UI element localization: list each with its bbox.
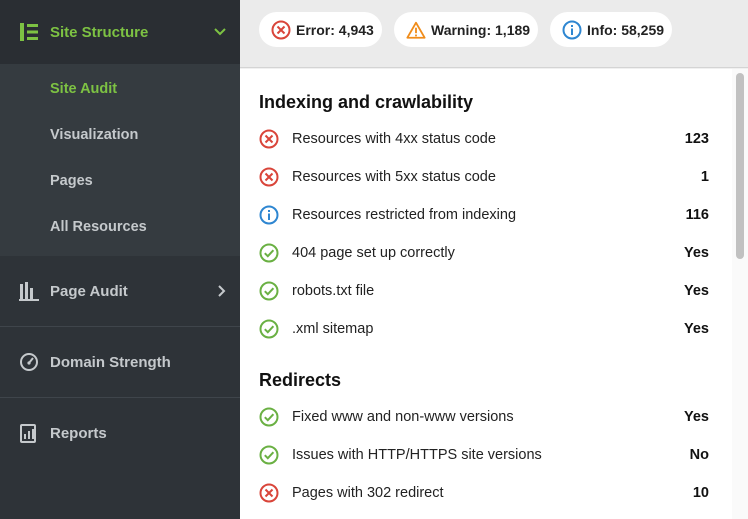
audit-row[interactable]: Fixed www and non-www versions Yes bbox=[259, 398, 709, 436]
audit-row[interactable]: Resources with 5xx status code 1 bbox=[259, 158, 709, 196]
nav-site-structure-label: Site Structure bbox=[50, 23, 149, 41]
group-title-redirects: Redirects bbox=[259, 370, 342, 390]
error-icon bbox=[259, 483, 279, 503]
audit-row[interactable]: Issues with HTTP/HTTPS site versions No bbox=[259, 436, 709, 474]
scrollbar-thumb[interactable] bbox=[736, 73, 744, 259]
chevron-right-icon bbox=[218, 256, 226, 326]
audit-row-value: Yes bbox=[684, 245, 709, 261]
audit-row-label: .xml sitemap bbox=[292, 321, 374, 337]
audit-row[interactable]: .xml sitemap Yes bbox=[259, 310, 709, 348]
error-count-label: Error: 4,943 bbox=[296, 21, 374, 38]
page-audit-icon bbox=[18, 280, 40, 302]
audit-row-label: Fixed www and non-www versions bbox=[292, 409, 514, 425]
subnav-pages[interactable]: Pages bbox=[0, 158, 240, 204]
site-structure-subnav: Site Audit Visualization Pages All Resou… bbox=[0, 64, 240, 256]
warning-count-badge[interactable]: Warning: 1,189 bbox=[394, 12, 539, 47]
audit-row[interactable]: Resources restricted from indexing 116 bbox=[259, 196, 709, 234]
audit-row-label: Resources restricted from indexing bbox=[292, 207, 517, 223]
nav-page-audit-label: Page Audit bbox=[50, 282, 128, 300]
audit-row-value: No bbox=[689, 447, 709, 463]
nav-reports-label: Reports bbox=[50, 424, 107, 442]
audit-row-value: 123 bbox=[684, 131, 709, 147]
info-count-label: Info: 58,259 bbox=[587, 21, 665, 38]
error-icon bbox=[259, 167, 279, 187]
error-icon bbox=[259, 129, 279, 149]
check-icon bbox=[259, 445, 279, 465]
subnav-all-resources[interactable]: All Resources bbox=[0, 204, 240, 250]
subnav-visualization[interactable]: Visualization bbox=[0, 112, 240, 158]
check-icon bbox=[259, 281, 279, 301]
audit-row[interactable]: robots.txt file Yes bbox=[259, 272, 709, 310]
audit-row-value: Yes bbox=[684, 409, 709, 425]
nav-page-audit[interactable]: Page Audit bbox=[0, 256, 240, 326]
info-icon bbox=[562, 20, 582, 40]
error-icon bbox=[271, 20, 291, 40]
site-structure-icon bbox=[18, 21, 40, 43]
audit-row-label: Issues with HTTP/HTTPS site versions bbox=[292, 447, 542, 463]
audit-row-value: 1 bbox=[700, 169, 709, 185]
gauge-icon bbox=[18, 351, 40, 373]
warning-count-label: Warning: 1,189 bbox=[431, 21, 531, 38]
summary-bar: Error: 4,943 Warning: 1,189 Info: 58,259 bbox=[240, 0, 748, 68]
chevron-down-icon bbox=[214, 0, 226, 64]
subnav-site-audit[interactable]: Site Audit bbox=[0, 66, 240, 112]
scrollbar[interactable] bbox=[732, 69, 748, 519]
audit-row[interactable]: 404 page set up correctly Yes bbox=[259, 234, 709, 272]
audit-row-value: 116 bbox=[685, 207, 709, 223]
audit-row[interactable]: Resources with 4xx status code 123 bbox=[259, 120, 709, 158]
audit-row-label: Resources with 4xx status code bbox=[292, 131, 496, 147]
nav-domain-strength[interactable]: Domain Strength bbox=[0, 327, 240, 397]
nav-reports[interactable]: Reports bbox=[0, 398, 240, 468]
audit-row-value: Yes bbox=[684, 321, 709, 337]
audit-content: Indexing and crawlability Resources with… bbox=[240, 69, 748, 519]
info-icon bbox=[259, 205, 279, 225]
audit-row-label: robots.txt file bbox=[292, 283, 375, 299]
audit-row-label: Pages with 302 redirect bbox=[292, 485, 444, 501]
sidebar: Site Structure Site Audit Visualization … bbox=[0, 0, 240, 519]
check-icon bbox=[259, 407, 279, 427]
group-title-indexing: Indexing and crawlability bbox=[259, 92, 474, 112]
reports-icon bbox=[18, 422, 40, 444]
nav-site-structure[interactable]: Site Structure bbox=[0, 0, 240, 64]
warning-icon bbox=[406, 20, 426, 40]
nav-domain-strength-label: Domain Strength bbox=[50, 353, 171, 371]
check-icon bbox=[259, 319, 279, 339]
audit-row-label: Resources with 5xx status code bbox=[292, 169, 496, 185]
check-icon bbox=[259, 243, 279, 263]
audit-row[interactable]: Pages with 302 redirect 10 bbox=[259, 474, 709, 512]
error-count-badge[interactable]: Error: 4,943 bbox=[259, 12, 382, 47]
info-count-badge[interactable]: Info: 58,259 bbox=[550, 12, 673, 47]
audit-row-value: Yes bbox=[684, 283, 709, 299]
audit-row-value: 10 bbox=[692, 485, 709, 501]
audit-row-label: 404 page set up correctly bbox=[292, 245, 455, 261]
